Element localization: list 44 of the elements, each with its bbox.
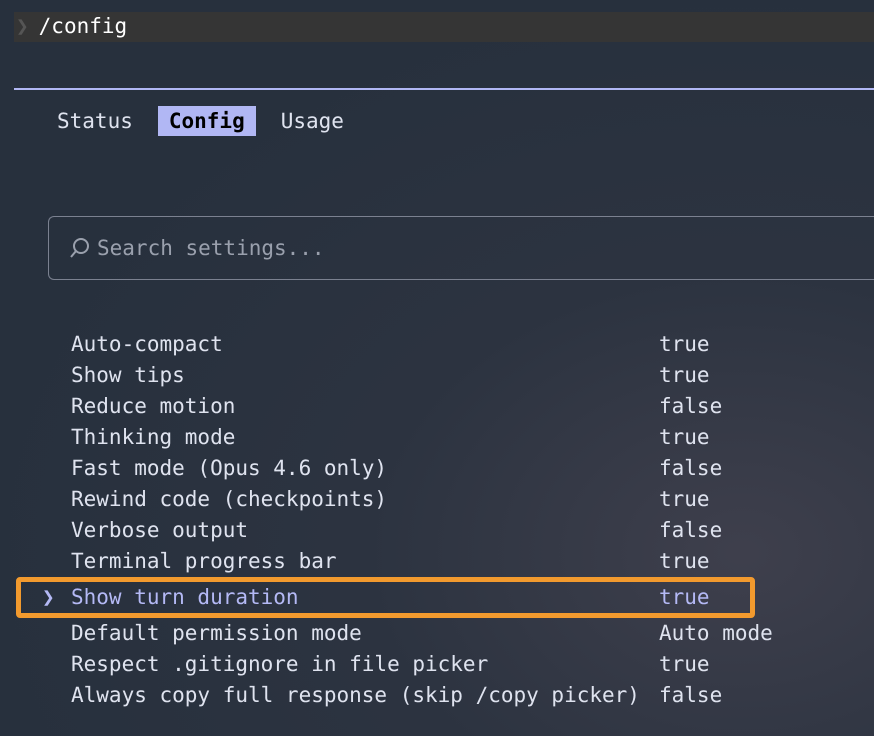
search-icon (68, 236, 92, 260)
setting-row[interactable]: Reduce motion false (42, 391, 874, 422)
setting-label: Terminal progress bar (71, 548, 338, 575)
setting-row[interactable]: Verbose output false (42, 515, 874, 546)
setting-label: Always copy full response (skip /copy picker) (71, 682, 641, 709)
setting-row[interactable]: Terminal progress bar true (42, 546, 874, 577)
setting-value: true (659, 486, 710, 513)
setting-row[interactable]: Rewind code (checkpoints) true (42, 484, 874, 515)
tab[interactable]: Usage (270, 106, 355, 136)
pointer-glyph: ❯ (42, 585, 55, 609)
setting-value: true (659, 584, 710, 611)
setting-label: Rewind code (checkpoints) (71, 486, 388, 513)
setting-row[interactable]: Show tips true (42, 360, 874, 391)
setting-value: Auto mode (659, 620, 773, 647)
search-field[interactable]: Search settings... (48, 216, 874, 280)
setting-value: true (659, 548, 710, 575)
setting-value: false (659, 455, 722, 482)
setting-row[interactable]: Respect .gitignore in file picker true (42, 649, 874, 680)
setting-label: Fast mode (Opus 4.6 only) (71, 455, 388, 482)
tab[interactable]: Config (158, 106, 256, 136)
setting-label: Auto-compact (71, 331, 224, 358)
setting-label: Respect .gitignore in file picker (71, 651, 490, 678)
setting-value: false (659, 682, 722, 709)
setting-value: true (659, 651, 710, 678)
command-text: /config (38, 13, 128, 40)
setting-value: false (659, 393, 722, 420)
setting-value: true (659, 424, 710, 451)
setting-row[interactable]: Always copy full response (skip /copy picker) false (42, 680, 874, 711)
setting-row[interactable]: Fast mode (Opus 4.6 only) false (42, 453, 874, 484)
setting-label: Verbose output (71, 517, 250, 544)
setting-row[interactable]: Auto-compact true (42, 329, 874, 360)
setting-label: Show tips (71, 362, 186, 389)
setting-value: true (659, 331, 710, 358)
setting-label: Show turn duration (71, 584, 300, 611)
setting-value: true (659, 362, 710, 389)
setting-label: Thinking mode (71, 424, 236, 451)
prompt-glyph: ❯ (16, 13, 29, 40)
setting-row[interactable]: Thinking mode true (42, 422, 874, 453)
setting-value: false (659, 517, 722, 544)
setting-row[interactable]: Default permission mode Auto mode (42, 618, 874, 649)
tab[interactable]: Status (46, 106, 144, 136)
setting-label: Default permission mode (71, 620, 363, 647)
setting-row[interactable]: ❯ Show turn duration true (42, 582, 750, 613)
setting-label: Reduce motion (71, 393, 236, 420)
